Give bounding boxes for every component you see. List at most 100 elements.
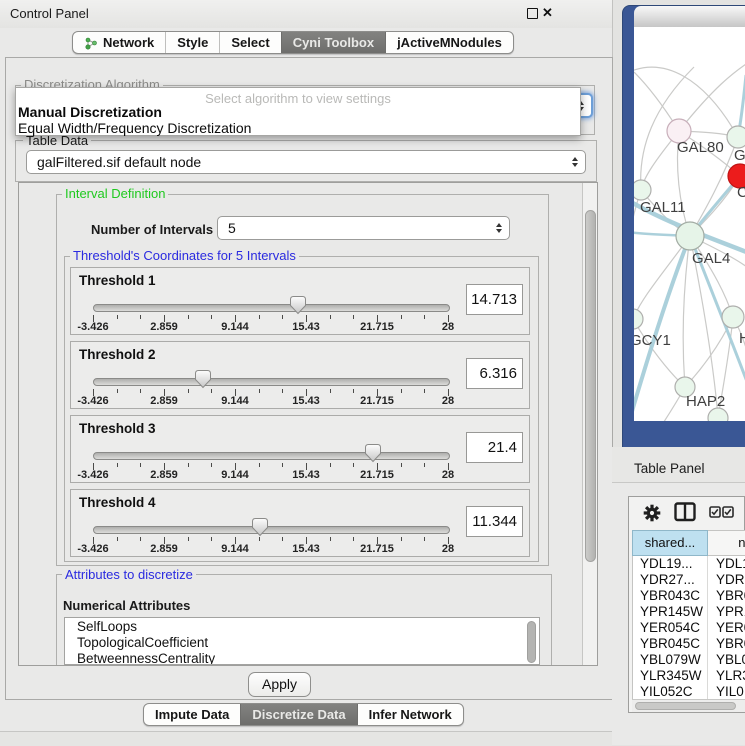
table-row[interactable]: YLR345WYLR3 [633, 668, 745, 684]
table-row[interactable]: YER054CYER0 [633, 620, 745, 636]
number-of-intervals-combobox[interactable]: 5 [217, 216, 510, 240]
list-scrollbar-thumb[interactable] [527, 621, 536, 663]
interval-definition-group-label: Interval Definition [62, 187, 168, 200]
numerical-attributes-list[interactable]: SelfLoopsTopologicalCoefficientBetweenne… [64, 617, 540, 665]
control-panel: Control Panel ✕ NetworkStyleSelectCyni T… [0, 0, 613, 745]
cell-name: YPR1 [708, 604, 745, 620]
tab-discretize-data[interactable]: Discretize Data [240, 704, 356, 725]
node-label-ga: GA [734, 147, 745, 164]
threshold-value-field[interactable]: 21.4 [466, 432, 523, 463]
horizontal-scrollbar-track[interactable] [632, 699, 745, 712]
close-icon[interactable]: ✕ [542, 5, 553, 21]
popup-item-equal-width-frequency[interactable]: Equal Width/Frequency Discretization [18, 120, 251, 136]
table-header-name[interactable]: na [708, 530, 745, 556]
slider-track[interactable] [93, 304, 450, 312]
network-window-titlebar[interactable] [634, 6, 745, 28]
float-panel-icon[interactable] [527, 8, 538, 19]
attribute-item[interactable]: SelfLoops [65, 618, 539, 634]
cell-shared-name: YBL079W [633, 652, 708, 668]
threshold-value-field[interactable]: 6.316 [466, 358, 523, 389]
cell-name: YDL1 [708, 556, 745, 572]
tab-label: Select [231, 35, 269, 50]
node-label-gal11: GAL11 [640, 199, 686, 216]
vertical-scrollbar-track[interactable] [582, 183, 597, 665]
attribute-item[interactable]: BetweennessCentrality [65, 650, 539, 665]
tab-impute-data[interactable]: Impute Data [144, 704, 240, 725]
horizontal-scrollbar-thumb[interactable] [635, 702, 736, 710]
table-data-combobox[interactable]: galFiltered.sif default node [26, 150, 586, 174]
slider-tick-label: 15.43 [276, 543, 336, 555]
threshold-value-field[interactable]: 14.713 [466, 284, 523, 315]
node-top-right[interactable] [727, 126, 745, 148]
slider-thumb[interactable] [251, 517, 269, 537]
slider-tick-label: 21.715 [347, 469, 407, 481]
slider-track[interactable] [93, 378, 450, 386]
threshold-value-field[interactable]: 11.344 [466, 506, 523, 537]
slider-tick [424, 537, 425, 541]
table-header-row: shared... na [632, 530, 745, 556]
slider-tick [353, 537, 354, 541]
network-icon [84, 36, 98, 50]
table-row[interactable]: YDL19...YDL1 [633, 556, 745, 572]
table-row[interactable]: YBL079WYBL0 [633, 652, 745, 668]
slider-tick [117, 389, 118, 393]
attribute-item[interactable]: TopologicalCoefficient [65, 634, 539, 650]
slider-tick [188, 537, 189, 541]
cell-shared-name: YBR043C [633, 588, 708, 604]
slider-tick-label: 28 [418, 321, 478, 333]
node-gal4[interactable] [676, 222, 704, 250]
cell-name: YBR0 [708, 636, 745, 652]
network-canvas[interactable]: GAL80GAL11GAL4GCY1HAP2HGAC [634, 27, 745, 421]
slider-thumb[interactable] [194, 369, 212, 389]
tab-select[interactable]: Select [219, 32, 280, 53]
tab-infer-network[interactable]: Infer Network [357, 704, 463, 725]
tab-label: Style [177, 35, 208, 50]
split-columns-icon[interactable] [674, 502, 696, 522]
threshold-panel-1: Threshold 1-3.4262.8599.14415.4321.71528… [70, 267, 530, 335]
node-label-gcy1: GCY1 [634, 332, 671, 349]
slider-thumb[interactable] [289, 295, 307, 315]
slider-track[interactable] [93, 526, 450, 534]
slider-tick [259, 537, 260, 541]
tab-jactivemnodules[interactable]: jActiveMNodules [385, 32, 513, 53]
table-row[interactable]: YIL052CYIL0 [633, 684, 745, 699]
select-all-checkbox-icon[interactable] [709, 506, 721, 518]
slider-thumb[interactable] [364, 443, 382, 463]
slider-tick-label: -3.426 [63, 543, 123, 555]
popup-item-manual-discretization[interactable]: Manual Discretization [18, 104, 162, 120]
cell-name: YIL0 [708, 684, 744, 699]
node-label-hap2: HAP2 [686, 393, 725, 410]
table-header-shared-name[interactable]: shared... [632, 530, 708, 556]
vertical-scrollbar-thumb[interactable] [585, 210, 596, 562]
tab-network[interactable]: Network [73, 32, 165, 53]
node-h[interactable] [722, 306, 744, 328]
slider-tick [117, 315, 118, 319]
node-gcy1[interactable] [634, 309, 643, 329]
select-none-checkbox-icon[interactable] [722, 506, 734, 518]
slider-tick-label: 9.144 [205, 469, 265, 481]
slider-track[interactable] [93, 452, 450, 460]
node-label-gal4: GAL4 [692, 250, 730, 267]
apply-button[interactable]: Apply [248, 672, 311, 697]
table-row[interactable]: YDR27...YDR2 [633, 572, 745, 588]
table-row[interactable]: YPR145WYPR1 [633, 604, 745, 620]
node-gal11[interactable] [634, 180, 651, 200]
tab-cyni-toolbox[interactable]: Cyni Toolbox [281, 32, 385, 53]
combo-arrows-icon [572, 157, 578, 167]
attributes-group-label: Attributes to discretize [62, 568, 196, 581]
slider-tick [282, 315, 283, 319]
tab-style[interactable]: Style [165, 32, 219, 53]
table-row[interactable]: YBR045CYBR0 [633, 636, 745, 652]
table-data-combo-value: galFiltered.sif default node [37, 154, 201, 170]
slider-tick-label: 28 [418, 543, 478, 555]
algorithm-dropdown-popup: Select algorithm to view settings Manual… [15, 87, 581, 136]
slider-tick [259, 315, 260, 319]
cell-shared-name: YLR345W [633, 668, 708, 684]
table-row[interactable]: YBR043CYBR0 [633, 588, 745, 604]
slider-tick [401, 389, 402, 393]
cell-name: YDR2 [708, 572, 745, 588]
gear-icon[interactable] [642, 503, 662, 523]
tab-label: Discretize Data [252, 707, 345, 722]
slider-tick [353, 389, 354, 393]
slider-tick [330, 537, 331, 541]
